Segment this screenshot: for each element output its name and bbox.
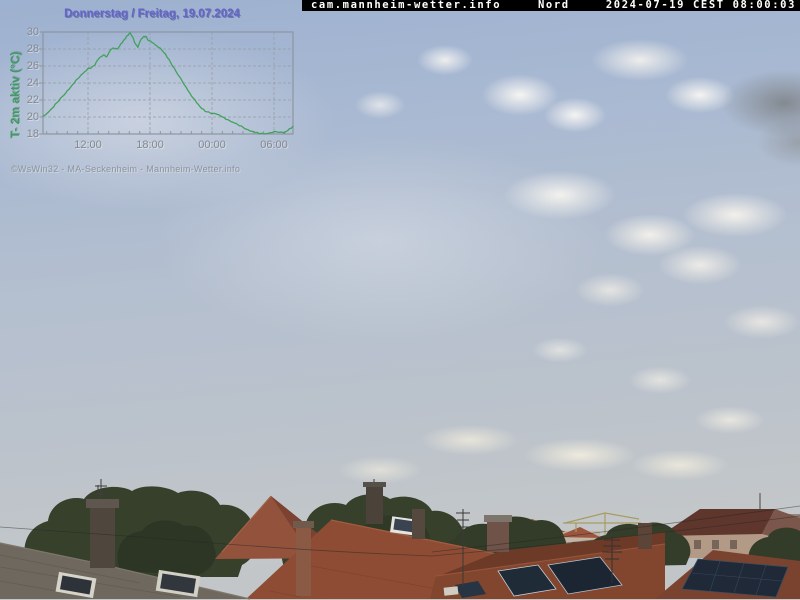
webcam-frame: cam.mannheim-wetter.info Nord 2024-07-19… [0,0,800,600]
x-tick-0600: 06:00 [254,139,294,151]
x-tick-1200: 12:00 [68,139,108,151]
skyline-rooftops [0,479,800,600]
chart-title: Donnerstag / Freitag, 19.07.2024 [0,8,304,20]
y-tick-22: 22 [10,94,39,106]
temperature-plot [0,0,310,190]
temperature-chart: Donnerstag / Freitag, 19.07.2024 T- 2m a… [0,0,310,190]
x-tick-1800: 18:00 [130,139,170,151]
status-timestamp: 2024-07-19 CEST 08:00:03 [606,0,796,11]
y-tick-28: 28 [10,43,39,55]
status-direction: Nord [538,0,570,11]
y-tick-18: 18 [10,128,39,140]
chart-watermark: ©WsWin32 - MA-Seckenheim - Mannheim-Wett… [11,164,240,174]
y-tick-30: 30 [10,26,39,38]
x-tick-0000: 00:00 [192,139,232,151]
status-bar: cam.mannheim-wetter.info Nord 2024-07-19… [302,0,800,11]
y-tick-20: 20 [10,111,39,123]
y-tick-24: 24 [10,77,39,89]
status-site-url: cam.mannheim-wetter.info [311,0,501,11]
y-tick-26: 26 [10,60,39,72]
